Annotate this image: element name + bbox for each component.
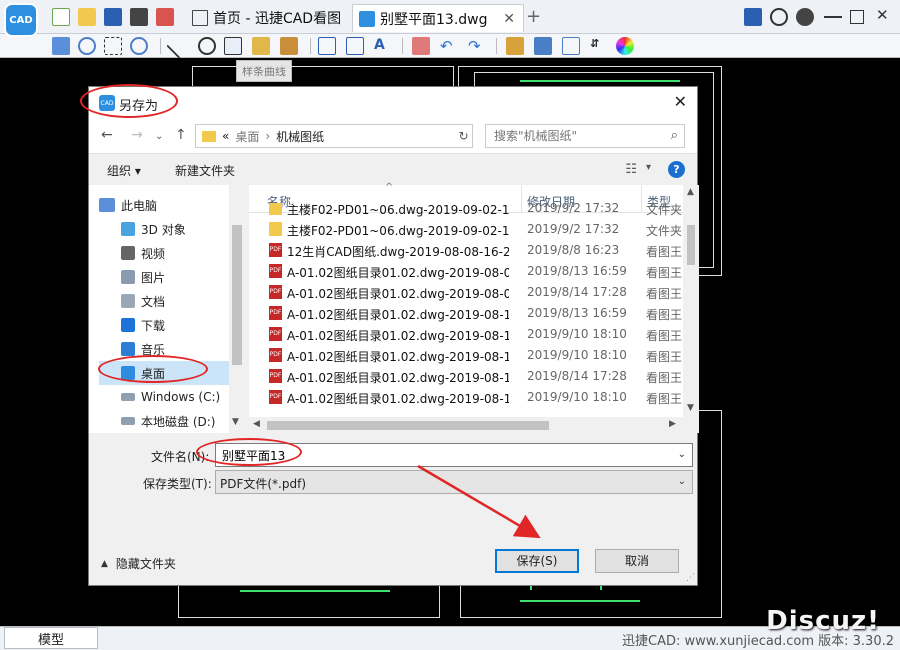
status-bar: 模型 迅捷CAD: www.xunjiecad.com 版本: 3.30.2 (0, 626, 900, 650)
model-tab[interactable]: 模型 (4, 627, 98, 649)
watermark: Discuz! (766, 606, 880, 636)
annotation-arrow (417, 464, 541, 539)
app-logo: CAD (4, 3, 38, 37)
